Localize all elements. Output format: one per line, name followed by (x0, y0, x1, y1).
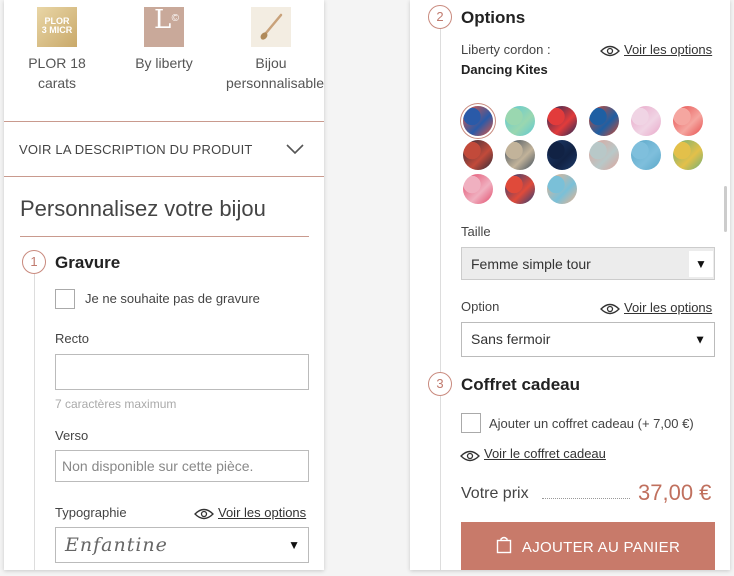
feature-plor: PLOR 3 MICR PLOR 18 carats (18, 0, 96, 93)
price-label: Votre prix (461, 485, 529, 502)
size-select[interactable]: Femme simple tour ▼ (461, 247, 715, 280)
feature-label-line1: By liberty (135, 55, 193, 71)
description-toggle[interactable]: VOIR LA DESCRIPTION DU PRODUIT (4, 122, 324, 176)
gift-box-label: Ajouter un coffret cadeau (+ 7,00 €) (489, 416, 694, 431)
step-connector (34, 262, 35, 570)
scrollbar[interactable] (724, 186, 727, 232)
recto-label: Recto (55, 331, 89, 346)
chevron-down-icon (286, 142, 304, 160)
liberty-options-link[interactable]: Voir les options (624, 42, 712, 57)
divider (4, 176, 324, 177)
product-features: PLOR 3 MICR PLOR 18 carats L © By libert… (4, 0, 324, 122)
add-to-cart-button[interactable]: AJOUTER AU PANIER (461, 522, 715, 570)
liberty-swatch[interactable] (631, 140, 661, 170)
liberty-cordon-label: Liberty cordon : (461, 42, 551, 57)
price-leader-dots (542, 498, 630, 499)
liberty-cordon-value: Dancing Kites (461, 62, 548, 77)
shopping-bag-icon (496, 536, 512, 558)
typography-select[interactable]: Enfantine ▼ (55, 527, 309, 563)
gift-title: Coffret cadeau (461, 375, 581, 394)
paintbrush-icon (251, 7, 291, 47)
option-options-link[interactable]: Voir les options (624, 300, 712, 315)
add-to-cart-label: AJOUTER AU PANIER (521, 538, 681, 556)
verso-label: Verso (55, 428, 89, 443)
liberty-swatch[interactable] (505, 140, 535, 170)
right-panel: 2 Options Liberty cordon : Voir les opti… (410, 0, 730, 570)
no-engraving-label: Je ne souhaite pas de gravure (85, 291, 260, 306)
feature-label-line2: carats (37, 75, 77, 91)
typography-value: Enfantine (65, 534, 168, 556)
recto-hint: 7 caractères maximum (55, 397, 177, 411)
eye-icon (194, 507, 214, 520)
liberty-swatch[interactable] (631, 106, 661, 136)
liberty-swatch[interactable] (589, 106, 619, 136)
liberty-swatch[interactable] (505, 174, 535, 204)
gift-box-view-link[interactable]: Voir le coffret cadeau (484, 446, 606, 461)
plor-icon-subtext: 3 MICR (41, 25, 73, 35)
left-panel: PLOR 3 MICR PLOR 18 carats L © By libert… (4, 0, 324, 570)
eye-icon (600, 302, 620, 315)
step-number-1: 1 (22, 250, 46, 274)
liberty-logo-letter: L (154, 5, 172, 35)
gift-box-checkbox[interactable] (461, 413, 481, 433)
dropdown-arrow-icon: ▼ (694, 332, 706, 346)
liberty-swatch[interactable] (589, 140, 619, 170)
liberty-swatch[interactable] (673, 106, 703, 136)
feature-label-line1: PLOR 18 (28, 55, 86, 71)
liberty-logo-icon: L © (144, 7, 184, 47)
dropdown-arrow-icon: ▼ (288, 538, 300, 552)
personalize-title: Personnalisez votre bijou (20, 196, 266, 221)
liberty-swatch[interactable] (505, 106, 535, 136)
feature-personalizable: Bijou personnalisable (226, 0, 324, 93)
engraving-title: Gravure (55, 253, 121, 272)
step-number-2: 2 (428, 5, 452, 29)
step-connector (440, 20, 441, 570)
liberty-swatch[interactable] (463, 140, 493, 170)
verso-input: Non disponible sur cette pièce. (55, 450, 309, 482)
price-value: 37,00 € (638, 480, 712, 505)
option-select[interactable]: Sans fermoir ▼ (461, 322, 715, 357)
eye-icon (600, 44, 620, 57)
size-value: Femme simple tour (471, 256, 591, 272)
option-value: Sans fermoir (471, 331, 551, 347)
liberty-swatch[interactable] (547, 106, 577, 136)
liberty-swatch[interactable] (547, 174, 577, 204)
liberty-swatch[interactable] (463, 106, 493, 136)
feature-label-line2: personnalisable (226, 75, 324, 91)
feature-liberty: L © By liberty (124, 0, 204, 73)
typography-options-link[interactable]: Voir les options (218, 505, 306, 520)
step-number-3: 3 (428, 372, 452, 396)
liberty-swatch[interactable] (463, 174, 493, 204)
feature-label-line1: Bijou (255, 55, 287, 71)
recto-input[interactable] (55, 354, 309, 390)
description-toggle-label: VOIR LA DESCRIPTION DU PRODUIT (19, 142, 253, 157)
liberty-swatch[interactable] (547, 140, 577, 170)
liberty-swatch[interactable] (673, 140, 703, 170)
eye-icon (460, 449, 480, 462)
dropdown-arrow-icon: ▼ (689, 250, 713, 277)
no-engraving-checkbox[interactable] (55, 289, 75, 309)
liberty-logo-mark: © (171, 13, 179, 24)
divider (20, 236, 309, 237)
plor-gold-icon: PLOR 3 MICR (37, 7, 77, 47)
option-label: Option (461, 299, 500, 314)
typography-label: Typographie (55, 505, 127, 520)
size-label: Taille (461, 224, 491, 239)
options-title: Options (461, 8, 526, 27)
